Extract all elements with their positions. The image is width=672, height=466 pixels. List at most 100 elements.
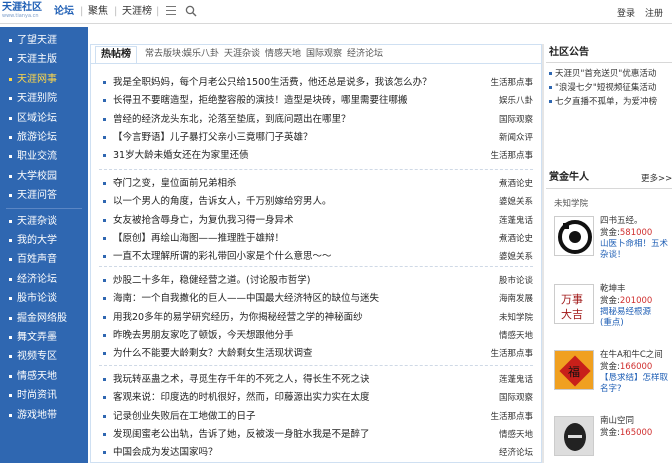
post-title[interactable]: 用我20多年的易学研究经历，为你揭秘经营之学的神秘面纱 <box>113 311 473 324</box>
menu-icon[interactable] <box>166 6 176 16</box>
login-link[interactable]: 登录 <box>617 6 635 19</box>
sidebar-item[interactable]: 旅游论坛 <box>0 128 88 147</box>
person-desc-2[interactable]: 杂谈！ <box>600 250 626 261</box>
post-row[interactable]: 为什么不能要大龄剩女？大龄剩女生活现状调查 生活那点事 <box>91 345 541 362</box>
reward-person[interactable]: 南山空同 赏金:165000 <box>554 416 672 466</box>
unknown-academy-label[interactable]: 未知学院 <box>554 197 588 209</box>
post-title[interactable]: 我玩转巫蛊之术，寻觅生存千年的不死之人，得长生不死之诀 <box>113 373 473 386</box>
post-row[interactable]: 夺门之变，皇位面前兄弟相杀 煮酒论史 <box>91 175 541 192</box>
post-title[interactable]: 客观来说：印度选的时机很好，然而，印藤源出实力实在太度 <box>113 391 473 404</box>
post-board[interactable]: 煮酒论史 <box>499 233 533 245</box>
notice-item[interactable]: "浪漫七夕"短视频征集活动 <box>549 82 656 94</box>
post-board[interactable]: 情感天地 <box>499 330 533 342</box>
post-board[interactable]: 情感天地 <box>499 429 533 441</box>
person-name[interactable]: 四书五经。 <box>600 216 643 227</box>
post-row[interactable]: 昨晚去男朋友家吃了顿饭，今天想跟他分手 情感天地 <box>91 327 541 344</box>
sidebar-item[interactable]: 我的大学 <box>0 231 88 250</box>
sidebar-item[interactable]: 游戏地带 <box>0 406 88 425</box>
post-title[interactable]: 一直不太理解所谓的彩礼带回小家是个什么意思～～ <box>113 250 473 263</box>
notice-item[interactable]: 天涯贝"首充送贝"优惠活动 <box>549 68 656 80</box>
sidebar-item[interactable]: 舞文弄墨 <box>0 328 88 347</box>
post-board[interactable]: 生活那点事 <box>490 411 533 423</box>
sidebar-item[interactable]: 股市论谈 <box>0 289 88 308</box>
scrollbar[interactable] <box>542 44 544 463</box>
post-board[interactable]: 生活那点事 <box>490 77 533 89</box>
sidebar-item[interactable]: 天涯网事 <box>0 70 88 89</box>
person-name[interactable]: 乾坤丰 <box>600 284 626 295</box>
post-board[interactable]: 国际观察 <box>499 392 533 404</box>
post-board[interactable]: 新闻众评 <box>499 132 533 144</box>
post-row[interactable]: 炒股二十多年，稳健经营之道。(讨论股市哲学) 股市论谈 <box>91 272 541 289</box>
post-title[interactable]: 海南：一个自我撒化的巨人——中国最大经济特区的缺位与迷失 <box>113 292 473 305</box>
post-row[interactable]: 以一个男人的角度，告诉女人，千万别嫁给穷男人。 婆媳关系 <box>91 193 541 210</box>
person-desc-2[interactable]: (重点) <box>600 318 624 329</box>
sidebar-item[interactable]: 天涯杂谈 <box>0 212 88 231</box>
post-row[interactable]: 曾经的经济龙头东北，沦落至垫底，到底问题出在哪里？ 国际观察 <box>91 111 541 128</box>
board-link-emotion[interactable]: 情感天地 <box>265 48 301 60</box>
post-board[interactable]: 国际观察 <box>499 114 533 126</box>
register-link[interactable]: 注册 <box>645 6 663 19</box>
post-row[interactable]: 【原创】再绘山海图——推理胜于雄辩！ 煮酒论史 <box>91 230 541 247</box>
board-link-entertainment[interactable]: 娱乐八卦 <box>183 48 219 60</box>
post-title[interactable]: 女友被抢含辱身亡，为复仇我习得一身异术 <box>113 214 473 227</box>
board-link-economy[interactable]: 经济论坛 <box>347 48 383 60</box>
notice-item[interactable]: 七夕直播不孤单，为爱冲榜 <box>549 96 657 108</box>
post-row[interactable]: 长得丑不要瞎造型，拒绝整容般的演技！造型是块砖，哪里需要往哪搬 娱乐八卦 <box>91 92 541 109</box>
post-title[interactable]: 长得丑不要瞎造型，拒绝整容般的演技！造型是块砖，哪里需要往哪搬 <box>113 94 473 107</box>
post-title[interactable]: 昨晚去男朋友家吃了顿饭，今天想跟他分手 <box>113 329 473 342</box>
tab-hot-posts[interactable]: 热帖榜 <box>95 46 137 64</box>
post-board[interactable]: 煮酒论史 <box>499 178 533 190</box>
post-board[interactable]: 未知学院 <box>499 312 533 324</box>
reward-person[interactable]: 四书五经。 赏金:581000 山医卜命相！五术 杂谈！ <box>554 216 672 266</box>
post-board[interactable]: 婆媳关系 <box>499 196 533 208</box>
tianya-logo[interactable]: 天涯社区 www.tianya.cn <box>2 2 48 22</box>
search-icon[interactable] <box>185 5 197 17</box>
post-title[interactable]: 发现闺蜜老公出轨，告诉了她，反被泼一身脏水我是不是醉了 <box>113 428 473 441</box>
sidebar-item[interactable]: 时尚资讯 <box>0 386 88 405</box>
post-board[interactable]: 海南发展 <box>499 293 533 305</box>
person-desc[interactable]: 山医卜命相！五术 <box>600 239 672 250</box>
post-title[interactable]: 曾经的经济龙头东北，沦落至垫底，到底问题出在哪里？ <box>113 113 473 126</box>
post-row[interactable]: 【今言野语】儿子暴打父亲小三竟哪门子英雄？ 新闻众评 <box>91 129 541 146</box>
board-link-misc[interactable]: 天涯杂谈 <box>224 48 260 60</box>
post-title[interactable]: 【今言野语】儿子暴打父亲小三竟哪门子英雄？ <box>113 131 473 144</box>
post-board[interactable]: 莲蓬鬼话 <box>499 374 533 386</box>
sidebar-item[interactable]: 天涯问答 <box>0 186 88 205</box>
avatar[interactable] <box>554 216 594 256</box>
post-row[interactable]: 女友被抢含辱身亡，为复仇我习得一身异术 莲蓬鬼话 <box>91 212 541 229</box>
sidebar-item[interactable]: 视频专区 <box>0 347 88 366</box>
post-board[interactable]: 婆媳关系 <box>499 251 533 263</box>
post-board[interactable]: 娱乐八卦 <box>499 95 533 107</box>
post-board[interactable]: 生活那点事 <box>490 150 533 162</box>
post-row[interactable]: 发现闺蜜老公出轨，告诉了她，反被泼一身脏水我是不是醉了 情感天地 <box>91 426 541 443</box>
nav-rank-link[interactable]: 天涯榜 <box>122 5 152 18</box>
reward-person[interactable]: 万事 大吉 乾坤丰 赏金:201000 揭秘易经根源 (重点) <box>554 284 672 334</box>
post-title[interactable]: 夺门之变，皇位面前兄弟相杀 <box>113 177 473 190</box>
post-row[interactable]: 客观来说：印度选的时机很好，然而，印藤源出实力实在太度 国际观察 <box>91 389 541 406</box>
sidebar-item[interactable]: 大学校园 <box>0 167 88 186</box>
person-name[interactable]: 在牛A和牛C之间 <box>600 350 663 361</box>
post-title[interactable]: 为什么不能要大龄剩女？大龄剩女生活现状调查 <box>113 347 473 360</box>
post-title[interactable]: 中国会成为发达国家吗？ <box>113 446 473 459</box>
avatar[interactable]: 万事 大吉 <box>554 284 594 324</box>
person-name[interactable]: 南山空同 <box>600 416 634 427</box>
sidebar-item[interactable]: 经济论坛 <box>0 270 88 289</box>
post-row[interactable]: 我玩转巫蛊之术，寻觅生存千年的不死之人，得长生不死之诀 莲蓬鬼话 <box>91 371 541 388</box>
post-title[interactable]: 【原创】再绘山海图——推理胜于雄辩！ <box>113 232 473 245</box>
nav-forum-link[interactable]: 论坛 <box>54 5 74 18</box>
post-row[interactable]: 用我20多年的易学研究经历，为你揭秘经营之学的神秘面纱 未知学院 <box>91 309 541 326</box>
sidebar-item[interactable]: 职业交流 <box>0 147 88 166</box>
sidebar-item[interactable]: 区域论坛 <box>0 109 88 128</box>
sidebar-item[interactable]: 百姓声音 <box>0 250 88 269</box>
nav-focus-link[interactable]: 聚焦 <box>88 5 108 18</box>
avatar[interactable] <box>554 416 594 456</box>
sidebar-item[interactable]: 情感天地 <box>0 367 88 386</box>
post-board[interactable]: 经济论坛 <box>499 447 533 459</box>
post-title[interactable]: 炒股二十多年，稳健经营之道。(讨论股市哲学) <box>113 274 473 287</box>
person-desc[interactable]: 揭秘易经根源 <box>600 307 672 318</box>
post-title[interactable]: 以一个男人的角度，告诉女人，千万别嫁给穷男人。 <box>113 195 473 208</box>
post-board[interactable]: 生活那点事 <box>490 348 533 360</box>
post-row[interactable]: 一直不太理解所谓的彩礼带回小家是个什么意思～～ 婆媳关系 <box>91 248 541 265</box>
sidebar-item[interactable]: 天涯主版 <box>0 50 88 69</box>
post-board[interactable]: 莲蓬鬼话 <box>499 215 533 227</box>
